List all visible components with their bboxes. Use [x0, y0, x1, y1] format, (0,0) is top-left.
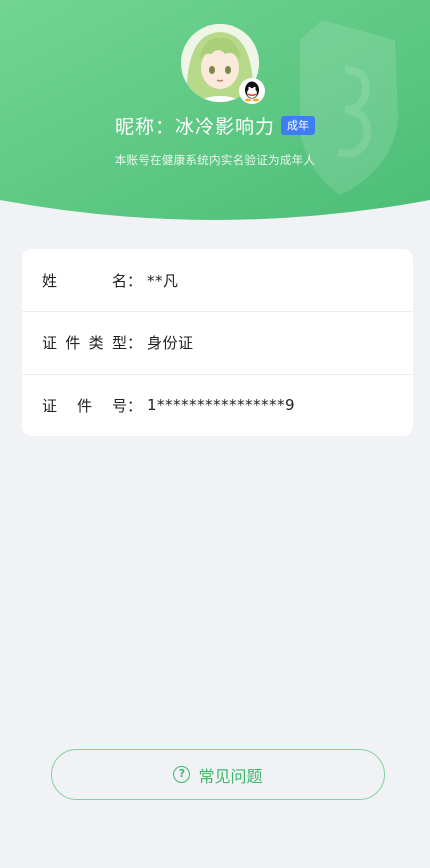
faq-button[interactable]: ? 常见问题 [51, 749, 385, 800]
faq-label: 常见问题 [198, 766, 263, 786]
nickname-row: 昵称：冰冷影响力 成年 [0, 112, 430, 139]
name-label: 姓 名： [42, 271, 142, 290]
id-number-value: 1****************9 [147, 396, 296, 415]
info-row-id-number: 证 件 号： 1****************9 [22, 373, 413, 436]
info-row-name: 姓 名： **凡 [22, 249, 413, 311]
profile-header: 昵称：冰冷影响力 成年 本账号在健康系统内实名验证为成年人 [0, 0, 430, 225]
question-circle-icon: ? [173, 766, 191, 783]
qq-icon [239, 78, 265, 104]
id-type-label: 证 件 类 型： [42, 334, 142, 353]
name-value: **凡 [147, 271, 179, 290]
avatar[interactable] [181, 24, 265, 104]
verification-note: 本账号在健康系统内实名验证为成年人 [114, 153, 316, 167]
id-number-label: 证 件 号： [42, 396, 142, 415]
identity-info-card: 姓 名： **凡 证 件 类 型： 身份证 证 件 号： 1**********… [22, 249, 413, 436]
info-row-id-type: 证 件 类 型： 身份证 [22, 311, 413, 373]
id-type-value: 身份证 [147, 334, 194, 353]
adult-status-badge: 成年 [281, 116, 315, 135]
nickname-text: 昵称：冰冷影响力 [114, 116, 275, 138]
